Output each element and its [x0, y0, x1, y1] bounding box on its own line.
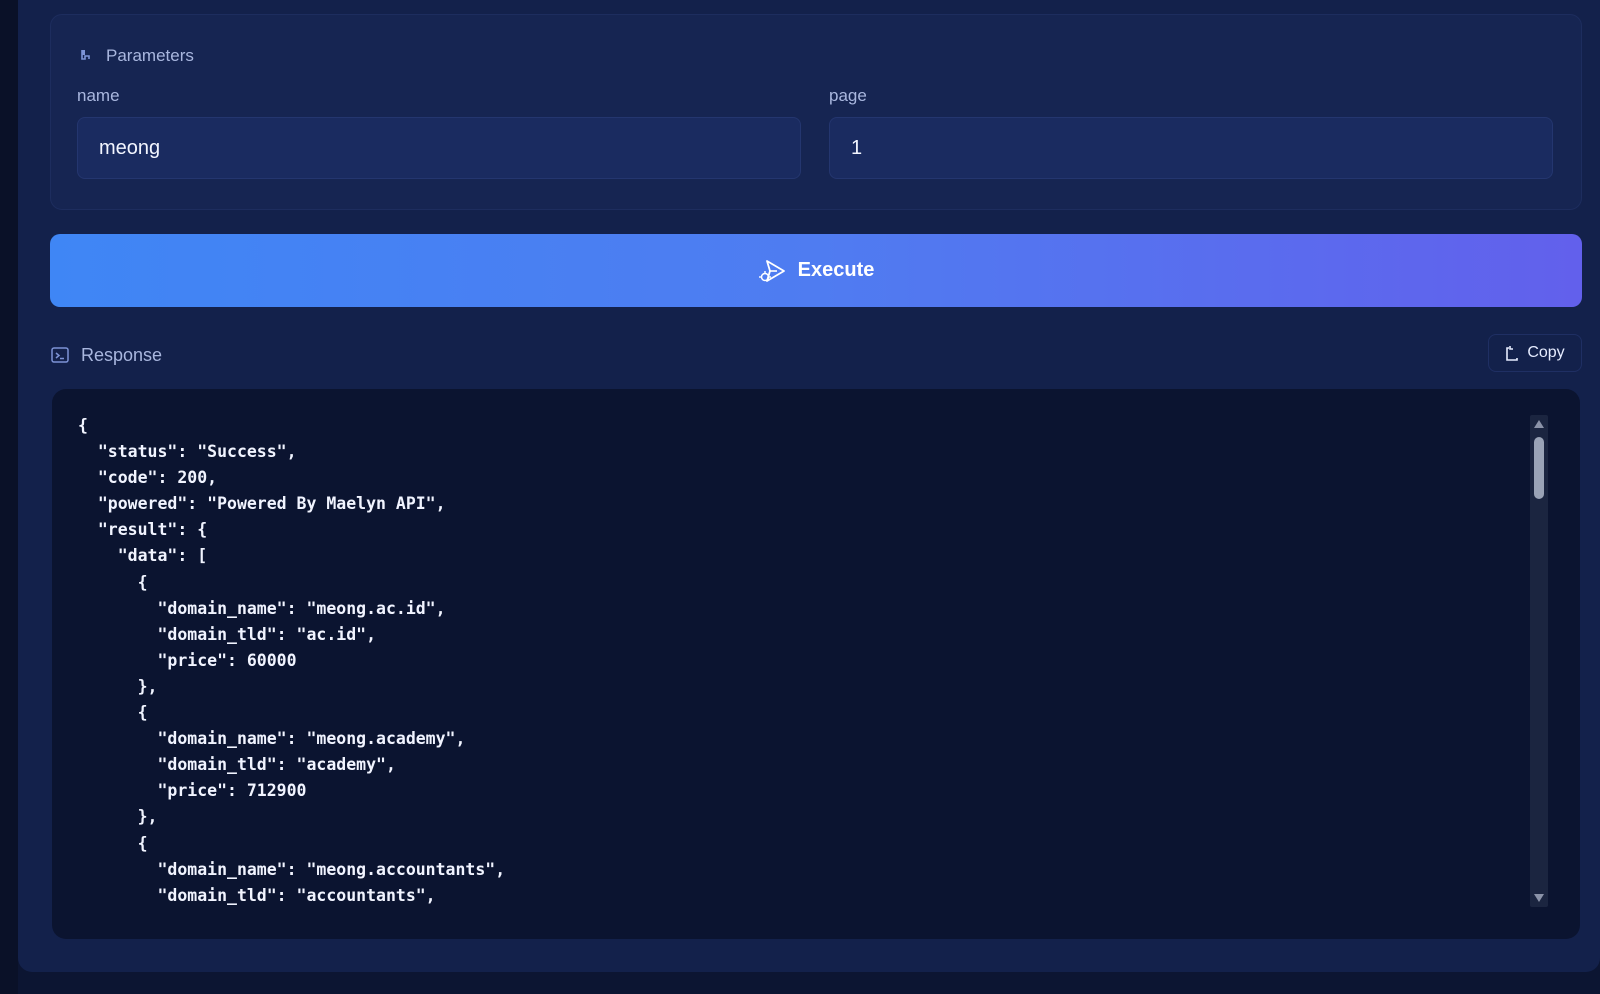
scroll-down-icon[interactable] — [1534, 894, 1544, 902]
parameters-title: Parameters — [106, 46, 194, 65]
parameters-panel — [50, 14, 1582, 210]
response-scrollbar[interactable] — [1530, 415, 1548, 907]
scroll-up-icon[interactable] — [1534, 420, 1544, 428]
parameters-header: Parameters — [80, 44, 194, 68]
page-input[interactable] — [829, 117, 1553, 179]
parameters-icon — [80, 49, 92, 63]
left-sidebar-edge — [0, 0, 18, 994]
terminal-icon — [51, 346, 69, 364]
execute-button-label: Execute — [797, 259, 875, 281]
execute-button[interactable]: Execute — [50, 234, 1582, 307]
scroll-thumb[interactable] — [1534, 437, 1544, 499]
name-field-label: name — [77, 86, 120, 105]
api-tester-page: Parameters name page Execute Response — [0, 0, 1600, 994]
copy-button-label: Copy — [1527, 344, 1565, 361]
response-header: Response — [51, 340, 162, 370]
copy-button[interactable]: Copy — [1488, 334, 1582, 372]
page-field-label: page — [829, 86, 867, 105]
response-code-panel[interactable]: { "status": "Success", "code": 200, "pow… — [52, 389, 1580, 939]
clipboard-icon — [1505, 345, 1519, 362]
send-icon — [758, 258, 786, 284]
response-json: { "status": "Success", "code": 200, "pow… — [78, 416, 506, 905]
response-title: Response — [81, 344, 163, 365]
name-input[interactable] — [77, 117, 801, 179]
